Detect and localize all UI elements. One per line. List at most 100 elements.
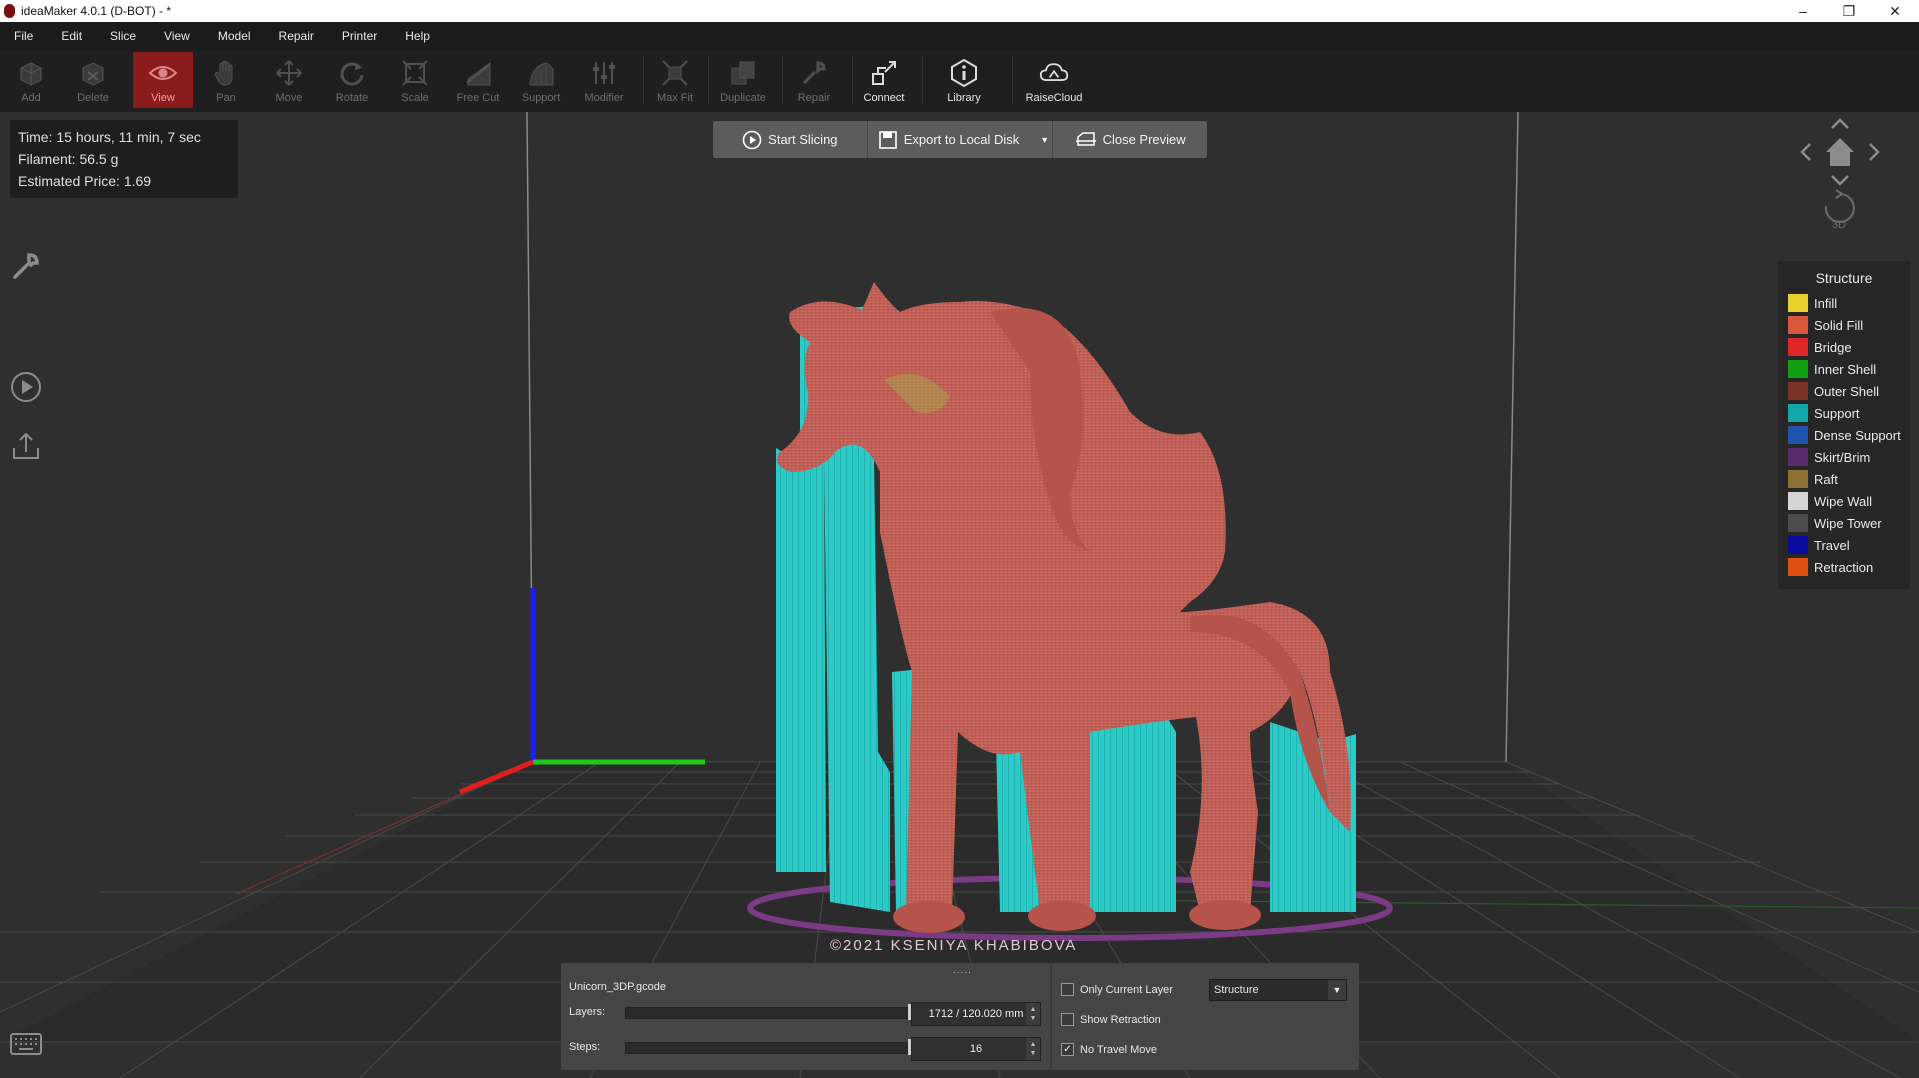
close-preview-label: Close Preview	[1102, 132, 1186, 147]
nav-down-icon[interactable]	[1831, 175, 1849, 186]
nav-up-icon[interactable]	[1831, 118, 1849, 129]
checkbox-box[interactable]	[1061, 983, 1074, 996]
rotate-icon	[337, 58, 367, 88]
chevron-down-icon: ▼	[1040, 134, 1050, 145]
scale-button[interactable]: Scale	[385, 52, 445, 108]
close-preview-icon	[1075, 131, 1096, 146]
no-travel-move-checkbox[interactable]: ✓ No Travel Move	[1061, 1043, 1157, 1056]
home-icon[interactable]	[1826, 138, 1854, 166]
library-button[interactable]: Library	[934, 52, 994, 108]
legend-item: Bridge	[1778, 336, 1910, 358]
export-dropdown-button[interactable]: ▼	[1036, 121, 1052, 158]
view-3d-icon[interactable]	[1824, 189, 1855, 223]
view-button[interactable]: View	[133, 52, 193, 108]
legend-item: Raft	[1778, 468, 1910, 490]
wrench-icon[interactable]	[8, 248, 44, 284]
steps-stepper[interactable]: ▲ ▼	[1026, 1038, 1040, 1060]
repair-button[interactable]: Repair	[784, 52, 844, 108]
menu-view[interactable]: View	[150, 29, 204, 43]
steps-label: Steps:	[569, 1041, 601, 1053]
pan-button[interactable]: Pan	[196, 52, 256, 108]
start-slicing-button[interactable]: Start Slicing	[713, 121, 867, 158]
move-button[interactable]: Move	[259, 52, 319, 108]
view-3d-label: 3D	[1832, 219, 1847, 231]
menu-help[interactable]: Help	[391, 29, 444, 43]
toolbar: Add Delete View Pan Move Rotate Scale Fr…	[0, 50, 1919, 113]
3d-viewport[interactable]	[0, 112, 1919, 1078]
scene-canvas	[0, 112, 1919, 1078]
menu-slice[interactable]: Slice	[96, 29, 150, 43]
raisecloud-button[interactable]: RaiseCloud	[1024, 52, 1084, 108]
duplicate-button[interactable]: Duplicate	[713, 52, 773, 108]
legend-item: Support	[1778, 402, 1910, 424]
legend-item: Infill	[1778, 292, 1910, 314]
move-label: Move	[275, 92, 303, 104]
add-icon	[16, 58, 46, 88]
layers-spinbox[interactable]: 1712 / 120.020 mm ▲ ▼	[911, 1002, 1041, 1026]
filament-weight: Filament: 56.5 g	[18, 151, 119, 167]
scale-label: Scale	[401, 92, 429, 104]
library-icon	[949, 58, 979, 88]
app-logo-icon	[4, 4, 15, 18]
steps-spinbox[interactable]: 16 ▲ ▼	[911, 1037, 1041, 1061]
connect-button[interactable]: Connect	[854, 52, 914, 108]
view-mode-value: Structure	[1214, 984, 1259, 996]
checkbox-box[interactable]	[1061, 1013, 1074, 1026]
menu-edit[interactable]: Edit	[47, 29, 96, 43]
free-cut-label: Free Cut	[456, 92, 500, 104]
steps-value: 16	[969, 1043, 983, 1055]
free-cut-button[interactable]: Free Cut	[448, 52, 508, 108]
legend-item: Inner Shell	[1778, 358, 1910, 380]
layers-stepper[interactable]: ▲ ▼	[1026, 1003, 1040, 1025]
modifier-icon	[589, 58, 619, 88]
menu-printer[interactable]: Printer	[328, 29, 391, 43]
legend-item: Dense Support	[1778, 424, 1910, 446]
layers-value: 1712 / 120.020 mm	[928, 1008, 1024, 1020]
delete-icon	[78, 58, 108, 88]
add-button[interactable]: Add	[1, 52, 61, 108]
gcode-filename: Unicorn_3DP.gcode	[569, 981, 667, 993]
steps-slider[interactable]	[625, 1039, 917, 1055]
layers-slider[interactable]	[625, 1004, 917, 1020]
max-fit-button[interactable]: Max Fit	[645, 52, 705, 108]
max-fit-icon	[660, 58, 690, 88]
menu-repair[interactable]: Repair	[265, 29, 328, 43]
nav-right-icon[interactable]	[1869, 143, 1880, 161]
legend-item: Skirt/Brim	[1778, 446, 1910, 468]
nav-left-icon[interactable]	[1800, 143, 1811, 161]
close-preview-button[interactable]: Close Preview	[1053, 121, 1207, 158]
panel-divider	[1050, 963, 1052, 1070]
delete-label: Delete	[77, 92, 109, 104]
export-local-disk-button[interactable]: Export to Local Disk	[868, 121, 1037, 158]
window-title: ideaMaker 4.0.1 (D-BOT) - *	[21, 4, 172, 18]
keyboard-icon[interactable]	[8, 1026, 44, 1062]
duplicate-label: Duplicate	[720, 92, 766, 104]
menu-file[interactable]: File	[0, 29, 47, 43]
watermark-text: ©2021 KSENIYA KHABIBOVA	[830, 937, 1078, 954]
upload-icon[interactable]	[8, 428, 44, 464]
max-fit-label: Max Fit	[656, 92, 694, 104]
repair-label: Repair	[797, 92, 831, 104]
repair-icon	[799, 58, 829, 88]
support-icon	[526, 58, 556, 88]
panel-grip-handle[interactable]: .....	[953, 965, 972, 976]
maximize-button[interactable]: ❐	[1826, 0, 1872, 22]
menu-model[interactable]: Model	[204, 29, 265, 43]
close-window-button[interactable]: ✕	[1872, 0, 1918, 22]
chevron-down-icon[interactable]: ▼	[1328, 980, 1346, 1000]
raisecloud-label: RaiseCloud	[1025, 92, 1083, 104]
view-mode-select[interactable]: Structure ▼	[1209, 979, 1347, 1001]
rotate-button[interactable]: Rotate	[322, 52, 382, 108]
checkbox-box[interactable]: ✓	[1061, 1043, 1074, 1056]
show-retraction-checkbox[interactable]: Show Retraction	[1061, 1013, 1161, 1026]
delete-button[interactable]: Delete	[63, 52, 123, 108]
modifier-button[interactable]: Modifier	[574, 52, 634, 108]
play-icon[interactable]	[8, 369, 44, 405]
hand-icon	[211, 58, 241, 88]
minimize-button[interactable]: –	[1780, 0, 1826, 22]
only-current-layer-checkbox[interactable]: Only Current Layer	[1061, 983, 1173, 996]
rotate-label: Rotate	[335, 92, 369, 104]
view-navigation: 3D	[1796, 114, 1886, 254]
toolbar-separator	[852, 56, 853, 104]
support-button[interactable]: Support	[511, 52, 571, 108]
